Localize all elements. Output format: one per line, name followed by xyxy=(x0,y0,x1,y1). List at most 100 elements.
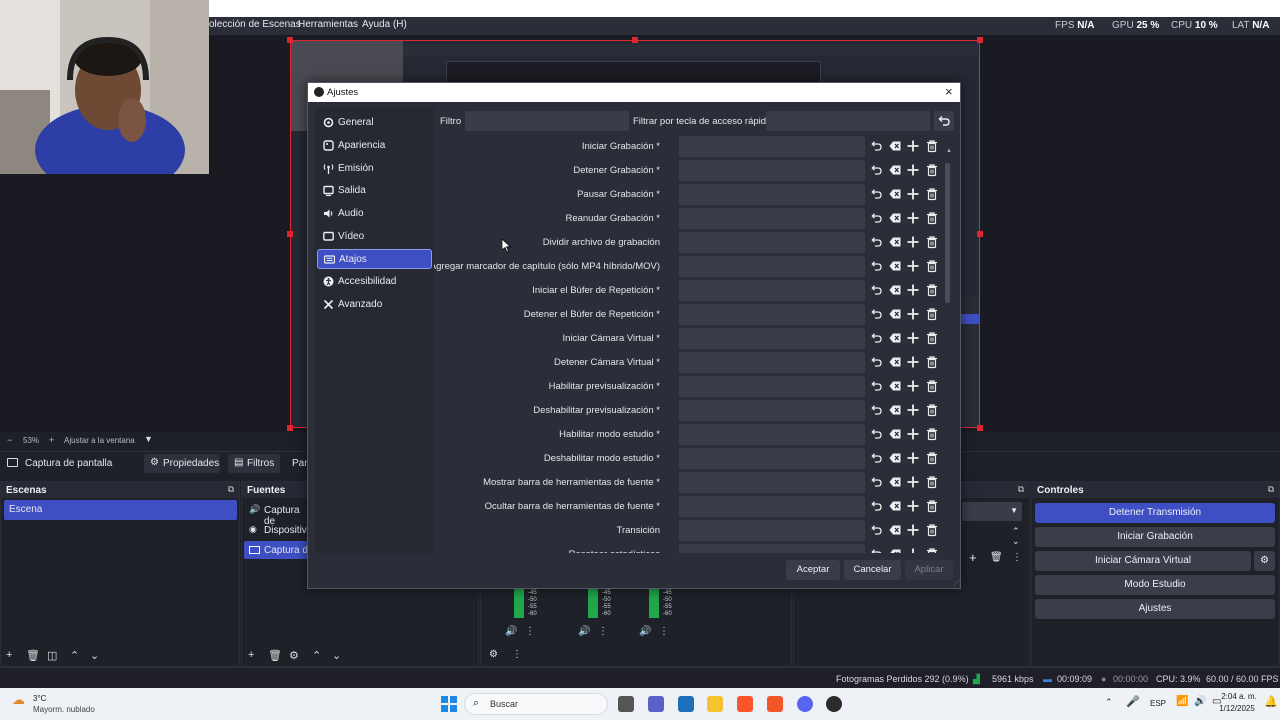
trash-icon[interactable] xyxy=(925,475,939,489)
add-icon[interactable] xyxy=(906,259,920,273)
hotkey-input[interactable] xyxy=(679,424,865,445)
discord-icon[interactable] xyxy=(797,696,813,712)
clear-icon[interactable] xyxy=(888,427,902,441)
gear-icon[interactable]: ⚙ xyxy=(489,649,498,660)
chevron-down-icon[interactable]: ⌄ xyxy=(90,649,99,662)
sidebar-item-advanced[interactable]: Avanzado xyxy=(317,295,432,315)
clear-icon[interactable] xyxy=(888,163,902,177)
speaker-icon[interactable]: 🔊 xyxy=(639,626,651,637)
hotkey-input[interactable] xyxy=(679,472,865,493)
scrollbar-thumb[interactable] xyxy=(945,163,950,303)
hotkey-input[interactable] xyxy=(679,280,865,301)
hotkey-input[interactable] xyxy=(679,184,865,205)
settings-button[interactable]: Ajustes xyxy=(1035,599,1275,619)
trash-icon[interactable] xyxy=(925,235,939,249)
chevron-up-icon[interactable]: ⌃ xyxy=(70,649,79,662)
add-icon[interactable] xyxy=(906,331,920,345)
obs-icon[interactable] xyxy=(826,696,842,712)
clear-icon[interactable] xyxy=(888,403,902,417)
ok-button[interactable]: Aceptar xyxy=(786,560,840,580)
notification-icon[interactable]: 🔔 xyxy=(1264,695,1278,708)
add-icon[interactable] xyxy=(906,403,920,417)
trash-icon[interactable]: 🗑 xyxy=(26,649,40,662)
stop-stream-button[interactable]: Detener Transmisión xyxy=(1035,503,1275,523)
sidebar-item-output[interactable]: Salida xyxy=(317,181,432,201)
brave-icon[interactable] xyxy=(737,696,753,712)
speaker-icon[interactable]: 🔊 xyxy=(578,626,590,637)
add-icon[interactable] xyxy=(906,235,920,249)
hotkey-input[interactable] xyxy=(679,304,865,325)
chevron-up-icon[interactable]: ⌃ xyxy=(312,649,321,662)
revert-icon[interactable] xyxy=(869,283,883,297)
revert-icon[interactable] xyxy=(869,355,883,369)
sidebar-item-accessibility[interactable]: Accesibilidad xyxy=(317,272,432,292)
filter-icon[interactable]: ◫ xyxy=(47,649,57,662)
revert-icon[interactable] xyxy=(869,211,883,225)
revert-icon[interactable] xyxy=(869,307,883,321)
hotkey-input[interactable] xyxy=(679,352,865,373)
hotkey-input[interactable] xyxy=(679,328,865,349)
more-icon[interactable]: ⋮ xyxy=(525,626,535,637)
sidebar-item-general[interactable]: General xyxy=(317,113,432,133)
trash-icon[interactable] xyxy=(925,523,939,537)
add-icon[interactable] xyxy=(906,211,920,225)
revert-icon[interactable] xyxy=(869,547,883,553)
hotkey-input[interactable] xyxy=(679,520,865,541)
chevron-up-icon[interactable]: ⌃ xyxy=(1105,697,1113,708)
revert-icon[interactable] xyxy=(869,139,883,153)
hotkey-filter-input[interactable] xyxy=(766,111,930,131)
windows-start-icon[interactable] xyxy=(441,696,457,712)
apply-button[interactable]: Aplicar xyxy=(905,560,953,580)
trash-icon[interactable] xyxy=(925,547,939,553)
chevron-down-icon[interactable]: ⌄ xyxy=(1012,536,1020,547)
chevron-down-icon[interactable]: ▼ xyxy=(144,434,153,444)
add-icon[interactable] xyxy=(906,547,920,553)
zoom-in-button[interactable]: + xyxy=(49,435,54,445)
more-icon[interactable]: ⋮ xyxy=(659,626,669,637)
clear-icon[interactable] xyxy=(888,283,902,297)
clear-icon[interactable] xyxy=(888,475,902,489)
add-icon[interactable]: + xyxy=(969,550,977,565)
reset-filter-button[interactable] xyxy=(934,111,954,131)
add-icon[interactable] xyxy=(906,379,920,393)
add-icon[interactable] xyxy=(906,499,920,513)
revert-icon[interactable] xyxy=(869,451,883,465)
zoom-out-button[interactable]: − xyxy=(7,435,12,445)
hotkey-input[interactable] xyxy=(679,208,865,229)
dock-menu-icon[interactable]: ⧉ xyxy=(1268,484,1274,495)
filters-button[interactable]: ▤ Filtros xyxy=(228,454,280,473)
add-icon[interactable] xyxy=(906,355,920,369)
revert-icon[interactable] xyxy=(869,163,883,177)
clear-icon[interactable] xyxy=(888,235,902,249)
sidebar-item-appearance[interactable]: Apariencia xyxy=(317,136,432,156)
task-view-icon[interactable] xyxy=(618,696,634,712)
resize-handle[interactable] xyxy=(977,37,983,43)
clock-time[interactable]: 2:04 a. m. xyxy=(1217,692,1261,701)
zoom-fit-select[interactable]: Ajustar a la ventana xyxy=(64,436,135,445)
folder-icon[interactable] xyxy=(707,696,723,712)
hotkey-input[interactable] xyxy=(679,136,865,157)
sidebar-item-hotkeys[interactable]: Atajos xyxy=(317,249,432,269)
clear-icon[interactable] xyxy=(888,331,902,345)
language-indicator[interactable]: ESP xyxy=(1150,699,1166,708)
properties-button[interactable]: ⚙ Propiedades xyxy=(144,454,220,473)
hotkey-input[interactable] xyxy=(679,376,865,397)
add-icon[interactable] xyxy=(906,523,920,537)
clear-icon[interactable] xyxy=(888,211,902,225)
filter-input[interactable] xyxy=(465,111,629,131)
dock-menu-icon[interactable]: ⧉ xyxy=(228,484,234,495)
trash-icon[interactable]: 🗑 xyxy=(268,649,282,662)
clear-icon[interactable] xyxy=(888,187,902,201)
revert-icon[interactable] xyxy=(869,427,883,441)
add-icon[interactable] xyxy=(906,187,920,201)
revert-icon[interactable] xyxy=(869,235,883,249)
close-icon[interactable]: × xyxy=(945,84,953,99)
trash-icon[interactable] xyxy=(925,139,939,153)
teams-icon[interactable] xyxy=(648,696,664,712)
hotkey-input[interactable] xyxy=(679,496,865,517)
trash-icon[interactable] xyxy=(925,355,939,369)
add-icon[interactable] xyxy=(906,475,920,489)
clock-date[interactable]: 1/12/2025 xyxy=(1213,704,1261,713)
trash-icon[interactable] xyxy=(925,499,939,513)
clear-icon[interactable] xyxy=(888,379,902,393)
